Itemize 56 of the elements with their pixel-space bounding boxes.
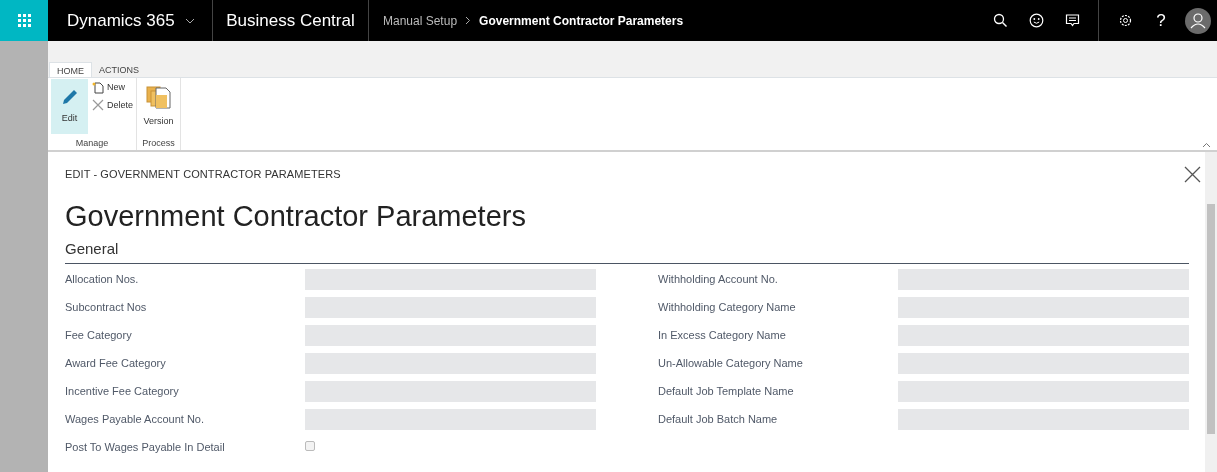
group-label: Process <box>141 137 176 150</box>
input-field[interactable] <box>898 408 1189 430</box>
input-field[interactable] <box>898 296 1189 318</box>
field-label: Subcontract Nos <box>65 299 148 315</box>
grid-icon <box>17 14 31 27</box>
breadcrumb-current: Government Contractor Parameters <box>479 12 684 30</box>
chevron-down-icon <box>184 17 195 24</box>
user-icon <box>1185 7 1211 34</box>
field-label: Fee Category <box>65 327 133 343</box>
help-button[interactable]: ? <box>1143 0 1179 41</box>
search-icon <box>992 13 1008 28</box>
input-field[interactable] <box>305 380 596 402</box>
field-label: Post To Wages Payable In Detail <box>65 439 226 455</box>
field-label: In Excess Category Name <box>658 327 787 343</box>
group-label: Manage <box>74 137 110 150</box>
checkbox[interactable] <box>305 440 315 451</box>
field-label: Wages Payable Account No. <box>65 411 205 427</box>
collapse-ribbon-button[interactable] <box>1202 142 1211 148</box>
app-launcher-button[interactable] <box>0 0 48 41</box>
input-field[interactable] <box>305 352 596 374</box>
field-label: Award Fee Category <box>65 355 167 371</box>
input-field[interactable] <box>305 324 596 346</box>
field-label: Withholding Account No. <box>658 271 779 287</box>
section-header: General <box>65 238 1189 264</box>
close-icon <box>1184 166 1201 183</box>
ribbon-button[interactable]: Edit <box>51 79 88 134</box>
field-label: Un-Allowable Category Name <box>658 355 804 371</box>
field-label: Incentive Fee Category <box>65 383 180 399</box>
field-label: Default Job Batch Name <box>658 411 779 427</box>
input-field[interactable] <box>305 268 596 290</box>
ribbon-button[interactable]: New <box>92 81 133 95</box>
input-field[interactable] <box>305 408 596 430</box>
feedback-icon <box>1064 13 1080 28</box>
ribbon-button[interactable]: Delete <box>92 98 133 112</box>
input-field[interactable] <box>898 352 1189 374</box>
smiley-icon <box>1028 13 1044 28</box>
chevron-right-icon <box>465 16 472 25</box>
input-field[interactable] <box>305 296 596 318</box>
ribbon-button[interactable]: Version <box>140 79 177 134</box>
field-label: Withholding Category Name <box>658 299 797 315</box>
documents-icon <box>145 84 172 111</box>
page-caption: EDIT - GOVERNMENT CONTRACTOR PARAMETERS <box>65 167 342 182</box>
settings-icon <box>1117 13 1133 28</box>
input-field[interactable] <box>898 324 1189 346</box>
ribbon-tab[interactable]: HOME <box>49 62 92 77</box>
chevron-up-icon <box>1202 142 1211 148</box>
x-icon <box>92 99 104 112</box>
breadcrumb-link[interactable]: Manual Setup <box>383 11 458 30</box>
new-document-icon <box>92 81 104 94</box>
ribbon-tab[interactable]: ACTIONS <box>92 62 146 77</box>
scrollbar[interactable] <box>1205 152 1217 472</box>
field-label: Allocation Nos. <box>65 271 140 287</box>
field-label: Default Job Template Name <box>658 383 795 399</box>
page-title: Government Contractor Parameters <box>65 199 527 234</box>
input-field[interactable] <box>898 380 1189 402</box>
input-field[interactable] <box>898 268 1189 290</box>
